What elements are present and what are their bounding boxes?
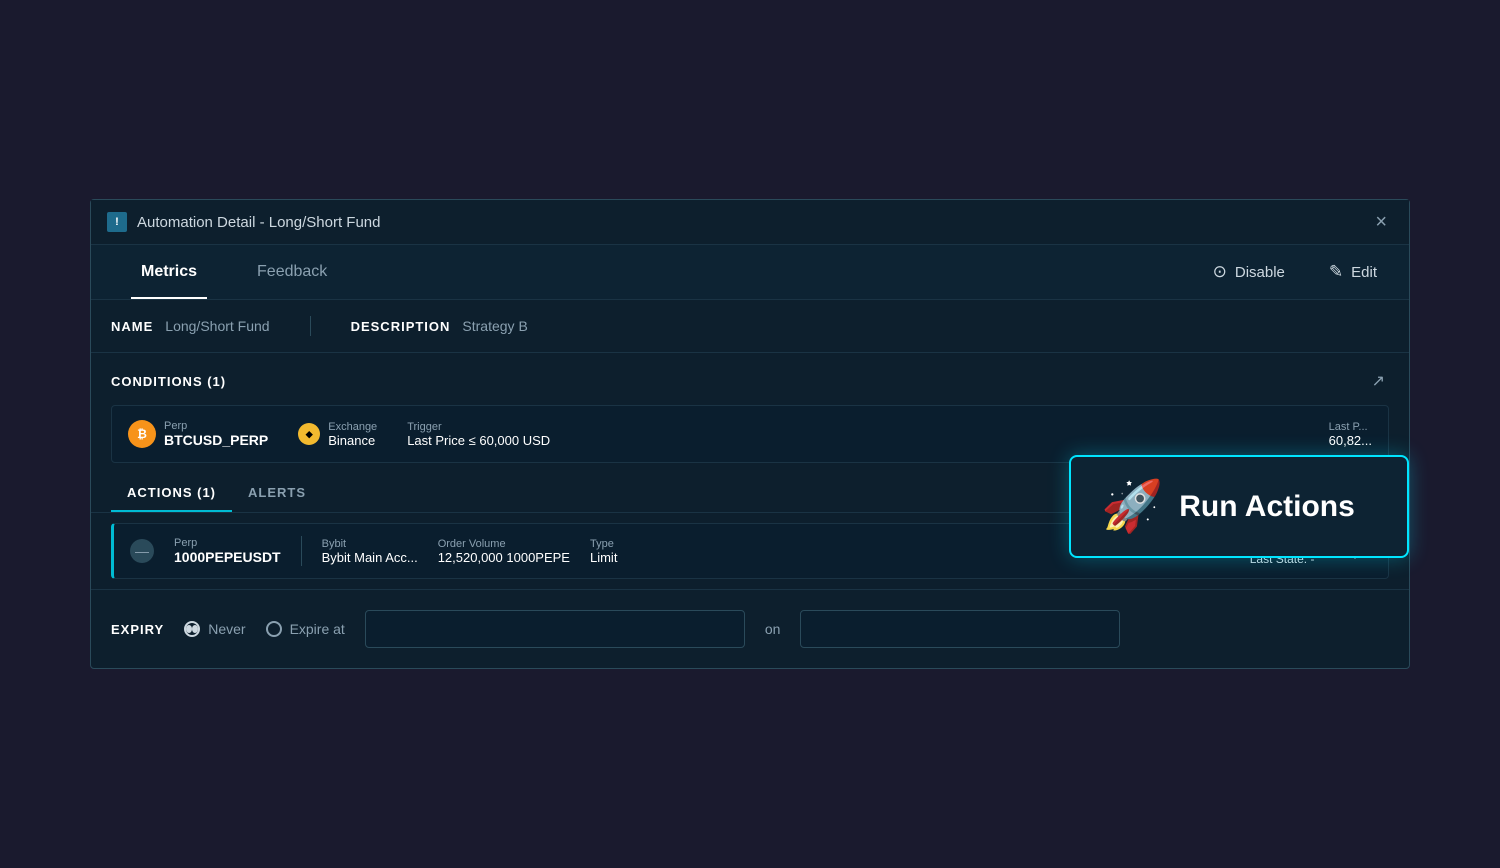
action-type-block: Type Limit bbox=[590, 538, 617, 565]
radio-expire-label: Expire at bbox=[290, 621, 345, 637]
expiry-datetime-input[interactable] bbox=[365, 610, 745, 648]
action-asset-type: Perp bbox=[174, 537, 281, 549]
condition-last-price-block: Last P... 60,82... bbox=[1329, 421, 1372, 448]
radio-expire-circle bbox=[266, 621, 282, 637]
action-divider bbox=[301, 536, 302, 566]
expiry-date-input[interactable] bbox=[800, 610, 1120, 648]
expand-conditions-button[interactable]: ↗ bbox=[1368, 367, 1389, 395]
action-order-volume-block: Order Volume 12,520,000 1000PEPE bbox=[438, 538, 570, 565]
condition-trigger-block: Trigger Last Price ≤ 60,000 USD bbox=[407, 421, 550, 448]
meta-divider bbox=[310, 316, 311, 336]
description-label: DESCRIPTION bbox=[351, 319, 451, 334]
action-type-label: Type bbox=[590, 538, 617, 550]
tab-actions[interactable]: ACTIONS (1) bbox=[111, 473, 232, 512]
tabs-bar: Metrics Feedback ⊙ Disable ✎ Edit bbox=[91, 245, 1409, 300]
radio-never-circle bbox=[184, 621, 200, 637]
tab-metrics[interactable]: Metrics bbox=[111, 245, 227, 299]
action-asset-name: 1000PEPEUSDT bbox=[174, 549, 281, 565]
disable-button[interactable]: ⊙ Disable bbox=[1201, 254, 1297, 290]
condition-trigger-label: Trigger bbox=[407, 421, 550, 433]
expiry-label: EXPIRY bbox=[111, 622, 164, 637]
conditions-section: CONDITIONS (1) ↗ ₿ Perp BTCUSD_PERP ◆ Ex… bbox=[91, 353, 1409, 463]
tab-alerts[interactable]: ALERTS bbox=[232, 473, 322, 512]
name-item: NAME Long/Short Fund bbox=[111, 318, 270, 334]
popup-run-actions-text: Run Actions bbox=[1179, 490, 1355, 524]
actions-tabs-left: ACTIONS (1) ALERTS bbox=[111, 473, 322, 512]
condition-trigger-value: Last Price ≤ 60,000 USD bbox=[407, 433, 550, 448]
automation-detail-window: ! Automation Detail - Long/Short Fund × … bbox=[90, 199, 1410, 669]
binance-icon: ◆ bbox=[298, 423, 320, 445]
action-exchange-value: Bybit Main Acc... bbox=[322, 550, 418, 565]
condition-exchange-value: Binance bbox=[328, 433, 377, 448]
run-actions-popup: 🚀 Run Actions bbox=[1069, 455, 1409, 558]
description-value: Strategy B bbox=[462, 318, 527, 334]
btc-icon: ₿ bbox=[128, 420, 156, 448]
tab-feedback[interactable]: Feedback bbox=[227, 245, 357, 299]
name-value: Long/Short Fund bbox=[165, 318, 269, 334]
conditions-header: CONDITIONS (1) ↗ bbox=[111, 367, 1389, 395]
edit-label: Edit bbox=[1351, 264, 1377, 281]
app-icon: ! bbox=[107, 212, 127, 232]
title-bar-left: ! Automation Detail - Long/Short Fund bbox=[107, 212, 380, 232]
edit-button[interactable]: ✎ Edit bbox=[1317, 254, 1389, 290]
expiry-section: EXPIRY Never Expire at on bbox=[91, 589, 1409, 668]
action-order-volume-label: Order Volume bbox=[438, 538, 570, 550]
condition-last-price-value: 60,82... bbox=[1329, 433, 1372, 448]
condition-exchange-label: Exchange bbox=[328, 421, 377, 433]
section-controls: ↗ bbox=[1368, 367, 1389, 395]
condition-asset-block: Perp BTCUSD_PERP bbox=[164, 420, 268, 448]
radio-never-label: Never bbox=[208, 621, 245, 637]
condition-asset-name: BTCUSD_PERP bbox=[164, 432, 268, 448]
action-order-volume-value: 12,520,000 1000PEPE bbox=[438, 550, 570, 565]
popup-rocket-icon: 🚀 bbox=[1101, 477, 1163, 536]
window-title: Automation Detail - Long/Short Fund bbox=[137, 214, 380, 231]
tabs-right: ⊙ Disable ✎ Edit bbox=[1201, 254, 1389, 290]
name-label: NAME bbox=[111, 319, 153, 334]
close-button[interactable]: × bbox=[1369, 210, 1393, 234]
condition-last-price-label: Last P... bbox=[1329, 421, 1372, 433]
action-exchange-block: Bybit Bybit Main Acc... bbox=[322, 538, 418, 565]
action-indicator: — bbox=[130, 539, 154, 563]
on-label: on bbox=[765, 621, 781, 637]
title-bar: ! Automation Detail - Long/Short Fund × bbox=[91, 200, 1409, 245]
description-item: DESCRIPTION Strategy B bbox=[351, 318, 528, 334]
radio-never[interactable]: Never bbox=[184, 621, 245, 637]
action-asset-block: Perp 1000PEPEUSDT bbox=[174, 537, 281, 565]
condition-exchange-info: ◆ Exchange Binance bbox=[298, 421, 377, 448]
action-exchange-label: Bybit bbox=[322, 538, 418, 550]
disable-label: Disable bbox=[1235, 264, 1285, 281]
conditions-title: CONDITIONS (1) bbox=[111, 374, 226, 389]
condition-asset-type: Perp bbox=[164, 420, 268, 432]
condition-asset-info: ₿ Perp BTCUSD_PERP bbox=[128, 420, 268, 448]
tabs-left: Metrics Feedback bbox=[111, 245, 1201, 299]
radio-group: Never Expire at bbox=[184, 621, 345, 637]
meta-row: NAME Long/Short Fund DESCRIPTION Strateg… bbox=[91, 300, 1409, 353]
condition-exchange-block: Exchange Binance bbox=[328, 421, 377, 448]
disable-icon: ⊙ bbox=[1213, 262, 1227, 282]
radio-expire-at[interactable]: Expire at bbox=[266, 621, 345, 637]
action-type-value: Limit bbox=[590, 550, 617, 565]
edit-icon: ✎ bbox=[1329, 262, 1343, 282]
